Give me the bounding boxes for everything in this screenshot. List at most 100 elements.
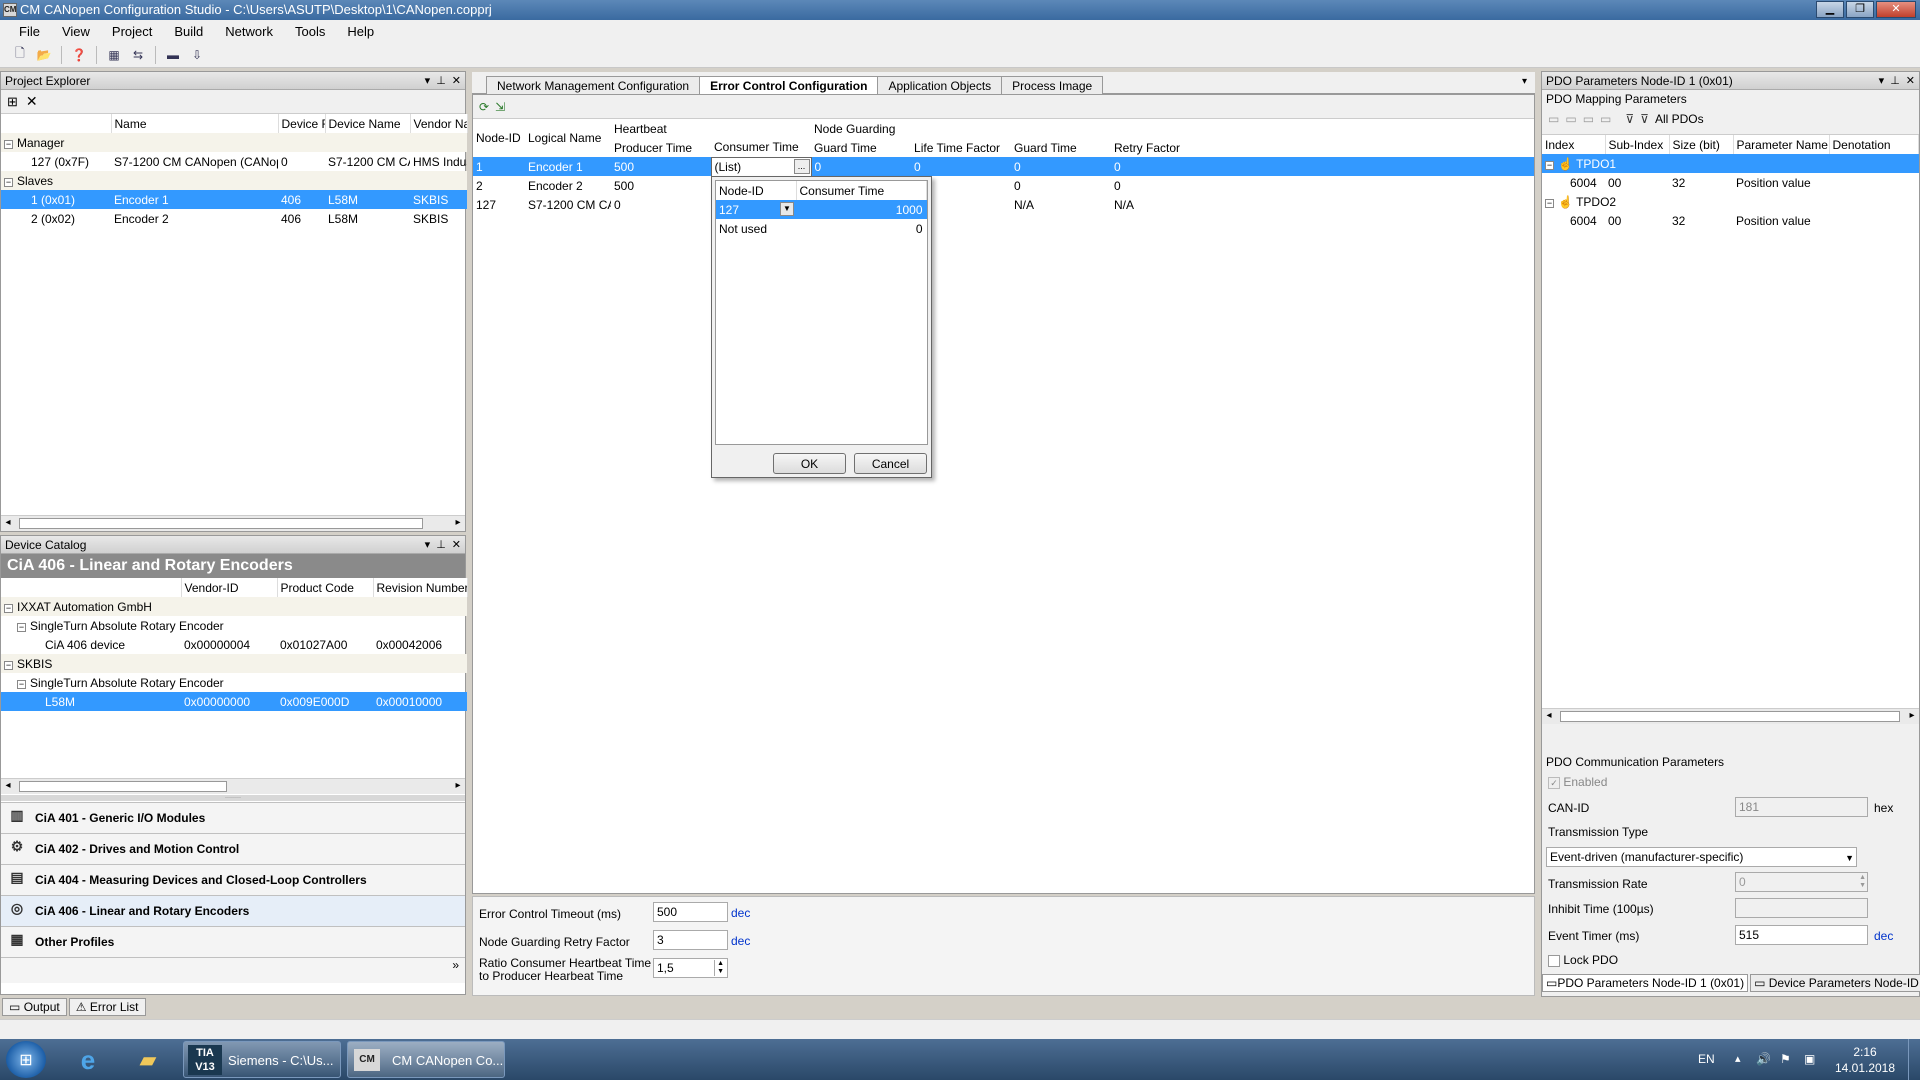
tab-process-image[interactable]: Process Image (1001, 76, 1104, 95)
list-item[interactable]: 127 ▼ 1000 (716, 200, 927, 219)
col-vendor-id[interactable]: Vendor-ID (181, 578, 278, 597)
catalog-category-406[interactable]: ◎ CiA 406 - Linear and Rotary Encoders (1, 895, 465, 926)
catalog-category-other[interactable]: ▦ Other Profiles (1, 926, 465, 957)
catalog-category-401[interactable]: ▥ CiA 401 - Generic I/O Modules (1, 802, 465, 833)
chevron-down-icon[interactable]: ▼ (780, 202, 794, 216)
apply-icon[interactable]: ⇲ (495, 100, 505, 114)
add-node-icon[interactable]: ⊞ (7, 94, 18, 110)
minimize-button[interactable]: ▁ (1816, 1, 1844, 18)
catalog-group[interactable]: − SingleTurn Absolute Rotary Encoder (1, 673, 467, 692)
menu-project[interactable]: Project (101, 24, 163, 39)
catalog-category-402[interactable]: ⚙ CiA 402 - Drives and Motion Control (1, 833, 465, 864)
col-parameter-name[interactable]: Parameter Name (1733, 135, 1830, 154)
clock[interactable]: 2:16 14.01.2018 (1830, 1044, 1900, 1076)
taskbar-item-cm[interactable]: CM CM CANopen Co... (347, 1041, 505, 1078)
pdo-group-tpdo2[interactable]: − ☝ TPDO2 (1542, 192, 1919, 211)
col-sub-index[interactable]: Sub-Index (1605, 135, 1670, 154)
pin-icon[interactable]: ⊥ (436, 72, 446, 90)
ratio-stepper[interactable]: 1,5 ▲ ▼ (653, 958, 728, 978)
splitter[interactable]: ········ (1, 795, 465, 801)
catalog-device[interactable]: CiA 406 device 0x00000004 0x01027A00 0x0… (1, 635, 467, 654)
tab-error-control[interactable]: Error Control Configuration (699, 76, 879, 95)
tray-arrow-icon[interactable]: ▴ (1735, 1051, 1741, 1067)
col-life-time-factor[interactable]: Life Time Factor (911, 138, 1011, 157)
tree-manager-row[interactable]: 127 (0x7F) S7-1200 CM CANopen (CANoper 0… (1, 152, 467, 171)
flag-icon[interactable]: ⚑ (1780, 1051, 1791, 1067)
catalog-vendor[interactable]: − IXXAT Automation GmbH (1, 597, 467, 616)
close-icon[interactable]: ✕ (452, 72, 461, 90)
open-folder-icon[interactable]: 📂 (34, 45, 54, 65)
catalog-device[interactable]: L58M 0x00000000 0x009E000D 0x00010000 (1, 692, 467, 711)
menu-tools[interactable]: Tools (284, 24, 336, 39)
col-logical-name[interactable]: Logical Name (525, 119, 611, 157)
catalog-category-404[interactable]: ▤ CiA 404 - Measuring Devices and Closed-… (1, 864, 465, 895)
dropdown-icon[interactable]: ▾ (425, 536, 431, 554)
remove-mapping-icon[interactable]: ▭ (1565, 112, 1576, 126)
menu-build[interactable]: Build (163, 24, 214, 39)
move-down-icon[interactable]: ▭ (1600, 112, 1611, 126)
transmission-rate-stepper[interactable]: 0 ▲ ▼ (1735, 872, 1868, 892)
col-guard-time[interactable]: Guard Time (811, 138, 911, 157)
col-device-profile[interactable]: Device F (278, 114, 326, 133)
transmission-type-select[interactable]: Event-driven (manufacturer-specific) ▼ (1546, 847, 1857, 867)
help-icon[interactable]: ❓ (69, 45, 89, 65)
build-icon[interactable]: ▦ (104, 45, 124, 65)
filter-icon[interactable]: ⊽ (1625, 112, 1634, 126)
internet-explorer-icon[interactable]: e (68, 1043, 108, 1077)
close-icon[interactable]: ✕ (1906, 72, 1915, 90)
timeout-input[interactable]: 500 (653, 902, 728, 922)
network-tray-icon[interactable]: ▣ (1804, 1051, 1815, 1067)
tree-slave-row[interactable]: 1 (0x01) Encoder 1 406 L58M SKBIS (1, 190, 467, 209)
start-button[interactable]: ⊞ (6, 1041, 46, 1078)
tab-application-objects[interactable]: Application Objects (877, 76, 1003, 95)
col-size[interactable]: Size (bit) (1669, 135, 1734, 154)
menu-network[interactable]: Network (214, 24, 284, 39)
refresh-icon[interactable]: ⟳ (479, 100, 489, 114)
pdo-group-tpdo1[interactable]: − ☝ TPDO1 (1542, 154, 1919, 173)
enabled-checkbox[interactable]: ✓ Enabled (1548, 775, 1607, 789)
event-timer-input[interactable]: 515 (1735, 925, 1868, 945)
horizontal-scrollbar[interactable]: ◂ ▸ (1, 515, 465, 531)
restore-button[interactable]: ❐ (1846, 1, 1874, 18)
export-icon[interactable]: ⇆ (128, 45, 148, 65)
table-row[interactable]: 6004 00 32 Position value (1542, 211, 1919, 230)
tab-network-management[interactable]: Network Management Configuration (486, 76, 701, 95)
table-row[interactable]: 127 S7-1200 CM CA 0 N/A N/A (473, 195, 1534, 214)
table-row[interactable]: 2 Encoder 2 500 0 0 (473, 176, 1534, 195)
taskbar-item-tia[interactable]: TIA V13 Siemens - C:\Us... (183, 1041, 341, 1078)
new-file-icon[interactable]: 🗋 (10, 45, 30, 65)
spin-icon[interactable]: ▲ ▼ (714, 960, 726, 976)
dropdown-icon[interactable]: ▾ (425, 72, 431, 90)
col-guard-time-2[interactable]: Guard Time (1011, 138, 1111, 157)
lock-pdo-checkbox[interactable]: Lock PDO (1548, 953, 1618, 967)
menu-help[interactable]: Help (336, 24, 385, 39)
error-list-tab[interactable]: ⚠ Error List (68, 998, 146, 1016)
ok-button[interactable]: OK (773, 453, 846, 474)
col-product-code[interactable]: Product Code (277, 578, 374, 597)
dropdown-icon[interactable]: ▾ (1879, 72, 1885, 90)
col-index[interactable]: Index (1542, 135, 1606, 154)
show-desktop-button[interactable] (1908, 1039, 1920, 1080)
col-retry-factor[interactable]: Retry Factor (1111, 138, 1211, 157)
close-icon[interactable]: ✕ (452, 536, 461, 554)
horizontal-scrollbar[interactable]: ◂ ▸ (1, 778, 465, 794)
col-consumer-time[interactable]: Consumer Time (711, 138, 811, 157)
table-row[interactable]: 6004 00 32 Position value (1542, 173, 1919, 192)
consumer-time-cell[interactable]: (List)... (710, 156, 812, 177)
explorer-folder-icon[interactable]: ▰ (128, 1043, 168, 1077)
tab-device-parameters[interactable]: ▭ Device Parameters Node-ID 1 (... (1750, 974, 1920, 992)
more-categories-button[interactable]: » (1, 957, 465, 983)
add-mapping-icon[interactable]: ▭ (1548, 112, 1559, 126)
col-denotation[interactable]: Denotation (1829, 135, 1919, 154)
tree-slaves-group[interactable]: − Slaves (1, 171, 467, 190)
ellipsis-button[interactable]: ... (793, 158, 810, 174)
menu-view[interactable]: View (51, 24, 101, 39)
horizontal-scrollbar[interactable]: ◂ ▸ (1542, 708, 1919, 724)
close-button[interactable]: ✕ (1876, 1, 1916, 18)
pin-icon[interactable]: ⊥ (1890, 72, 1900, 90)
menu-file[interactable]: File (8, 24, 51, 39)
table-row[interactable]: 1 Encoder 1 500 (List)... 0 0 0 0 (473, 156, 1534, 177)
col-node-id[interactable]: Node-ID (473, 119, 525, 157)
volume-icon[interactable]: 🔊 (1756, 1051, 1771, 1067)
output-tab[interactable]: ▭ Output (2, 998, 67, 1016)
